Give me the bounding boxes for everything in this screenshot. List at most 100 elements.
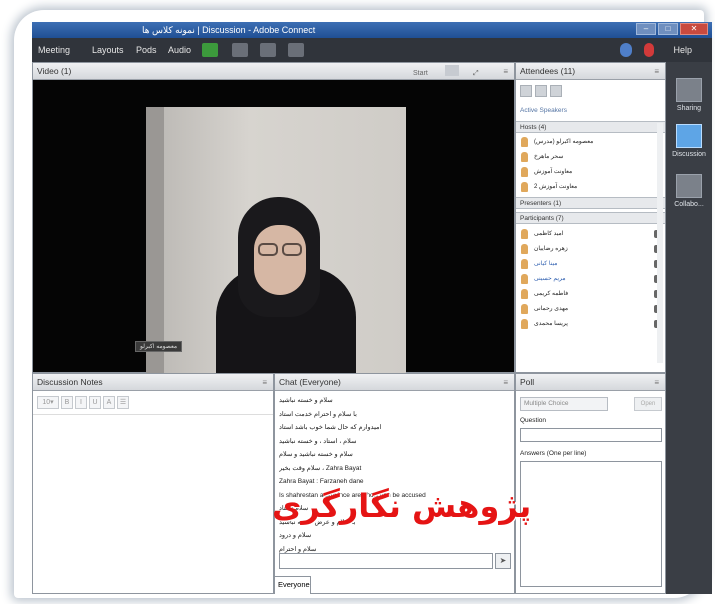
video-area: معصومه اکبرلو bbox=[33, 80, 514, 383]
chat-tab-everyone[interactable]: Everyone bbox=[275, 576, 311, 594]
video-participant-label: معصومه اکبرلو bbox=[135, 341, 183, 352]
host-row[interactable]: معصومه اکبرلو (مدرس) bbox=[516, 135, 665, 149]
hosts-section-header[interactable]: Hosts (4) bbox=[516, 121, 665, 133]
poll-open-button[interactable]: Open bbox=[634, 397, 662, 411]
layout-collaboration[interactable]: Collabo... bbox=[670, 174, 708, 208]
close-icon[interactable]: ✕ bbox=[680, 23, 708, 35]
chat-pod: Chat (Everyone) ≡ سلام و خسته نباشید با … bbox=[274, 373, 515, 594]
layouts-sidebar: Sharing Discussion Collabo... bbox=[666, 62, 712, 594]
microphone-icon[interactable] bbox=[232, 43, 248, 57]
layout-sharing[interactable]: Sharing bbox=[670, 78, 708, 112]
speaker-icon[interactable] bbox=[202, 43, 218, 57]
video-pod-title: Video (1) bbox=[37, 66, 72, 76]
participant-row[interactable]: مینا کیانی bbox=[516, 257, 665, 271]
user-icon bbox=[521, 259, 528, 269]
minimize-icon[interactable]: – bbox=[636, 23, 656, 35]
discussion-notes-pod: Discussion Notes ≡ 10▾ B I U A ☰ bbox=[32, 373, 274, 594]
webcam-feed bbox=[146, 107, 406, 383]
participant-row[interactable]: فاطمه کریمی bbox=[516, 287, 665, 301]
notes-pod-title: Discussion Notes bbox=[37, 377, 103, 387]
chat-message: سلام وقت بخیر ، Zahra Bayat bbox=[279, 464, 362, 472]
attendees-pod: Attendees (11) ≡ Active Speakers Hosts (… bbox=[515, 62, 666, 373]
answers-textarea[interactable] bbox=[520, 461, 662, 587]
chat-message: امیدوارم که حال شما خوب باشد استاد bbox=[279, 424, 382, 431]
menu-audio[interactable]: Audio bbox=[168, 38, 191, 62]
host-row[interactable]: سحر ماهرخ bbox=[516, 150, 665, 164]
layout-discussion[interactable]: Discussion bbox=[670, 124, 708, 158]
notes-pod-header: Discussion Notes ≡ bbox=[33, 374, 273, 391]
raise-hand-icon[interactable] bbox=[288, 43, 304, 57]
attendees-pod-header: Attendees (11) ≡ bbox=[516, 63, 665, 80]
maximize-icon[interactable]: □ bbox=[658, 23, 678, 35]
user-icon bbox=[521, 274, 528, 284]
webcam-icon[interactable] bbox=[260, 43, 276, 57]
font-size-dropdown[interactable]: 10▾ bbox=[37, 396, 59, 409]
user-icon bbox=[521, 182, 528, 192]
participant-row[interactable]: مهدی رحمانی bbox=[516, 302, 665, 316]
participants-section-header[interactable]: Participants (7) bbox=[516, 212, 665, 224]
chat-message: سلام ، استاد ، و خسته نباشید bbox=[279, 437, 357, 445]
user-icon bbox=[521, 244, 528, 254]
help-menu[interactable]: Help bbox=[673, 38, 692, 62]
pod-menu-icon[interactable]: ≡ bbox=[654, 63, 659, 80]
pod-menu-icon[interactable]: ≡ bbox=[503, 63, 508, 80]
chat-message-list: سلام و خسته نباشید با سلام و احترام خدمت… bbox=[279, 394, 511, 556]
question-label: Question bbox=[520, 417, 547, 424]
poll-pod-title: Poll bbox=[520, 377, 535, 387]
presenters-section-header[interactable]: Presenters (1) bbox=[516, 197, 665, 209]
bold-icon[interactable]: B bbox=[61, 396, 73, 409]
presenter-glasses bbox=[256, 243, 304, 257]
italic-icon[interactable]: I bbox=[75, 396, 87, 409]
bullet-list-icon[interactable]: ☰ bbox=[117, 396, 129, 409]
chat-message: با سلام و احترام خدمت استاد bbox=[279, 410, 357, 418]
chat-pod-header: Chat (Everyone) ≡ bbox=[275, 374, 514, 391]
host-row[interactable]: معاونت آموزش bbox=[516, 165, 665, 179]
status-icon[interactable] bbox=[620, 43, 632, 57]
underline-icon[interactable]: U bbox=[89, 396, 101, 409]
question-input[interactable] bbox=[520, 428, 662, 442]
user-icon bbox=[521, 229, 528, 239]
participant-row[interactable]: امید کاظمی bbox=[516, 227, 665, 241]
active-speakers: Active Speakers bbox=[520, 107, 567, 114]
notes-divider bbox=[33, 414, 273, 415]
title-bar: نمونه کلاس ها | Discussion - Adobe Conne… bbox=[32, 22, 712, 38]
attendees-toolbar bbox=[520, 85, 562, 97]
user-icon bbox=[521, 137, 528, 147]
user-icon bbox=[521, 304, 528, 314]
menu-layouts[interactable]: Layouts bbox=[92, 38, 124, 62]
user-icon bbox=[521, 319, 528, 329]
chat-message: سلام و درود bbox=[279, 532, 312, 539]
attendees-pod-title: Attendees (11) bbox=[520, 66, 576, 76]
pod-menu-icon[interactable]: ≡ bbox=[262, 374, 267, 391]
sort-icon[interactable] bbox=[550, 85, 562, 97]
participant-row[interactable]: پریسا محمدی bbox=[516, 317, 665, 331]
menu-meeting[interactable]: Meeting bbox=[38, 38, 70, 62]
host-row[interactable]: معاونت آموزش 2 bbox=[516, 180, 665, 194]
window-controls: – □ ✕ bbox=[636, 23, 708, 35]
pod-menu-icon[interactable]: ≡ bbox=[503, 374, 508, 391]
chat-message: سلام و خسته نباشید bbox=[279, 397, 333, 404]
poll-type-select[interactable]: Multiple Choice bbox=[520, 397, 608, 411]
pod-menu-icon[interactable]: ≡ bbox=[654, 374, 659, 391]
grid-view-icon[interactable] bbox=[445, 65, 459, 76]
text-color-icon[interactable]: A bbox=[103, 396, 115, 409]
window-title: نمونه کلاس ها | Discussion - Adobe Conne… bbox=[142, 25, 316, 35]
chat-input[interactable] bbox=[279, 553, 493, 569]
chat-pod-title: Chat (Everyone) bbox=[279, 377, 341, 387]
user-icon bbox=[521, 289, 528, 299]
status-view-icon[interactable] bbox=[535, 85, 547, 97]
layout-thumbnail-icon bbox=[676, 78, 702, 102]
screenshot-frame: نمونه کلاس ها | Discussion - Adobe Conne… bbox=[0, 0, 715, 604]
notes-toolbar: 10▾ B I U A ☰ bbox=[37, 396, 129, 410]
layout-thumbnail-icon bbox=[676, 174, 702, 198]
participant-row[interactable]: زهره رضاییان bbox=[516, 242, 665, 256]
attendees-scrollbar[interactable] bbox=[657, 123, 663, 363]
video-pod-header: Video (1) Start ⤢ ≡ bbox=[33, 63, 514, 80]
layout-thumbnail-icon bbox=[676, 124, 702, 148]
participant-row[interactable]: مریم حسینی bbox=[516, 272, 665, 286]
menu-pods[interactable]: Pods bbox=[136, 38, 157, 62]
send-message-icon[interactable]: ➤ bbox=[495, 553, 511, 569]
list-view-icon[interactable] bbox=[520, 85, 532, 97]
chat-message: سلام و خسته نباشید و سلام bbox=[279, 451, 353, 458]
recording-icon[interactable] bbox=[644, 43, 654, 57]
